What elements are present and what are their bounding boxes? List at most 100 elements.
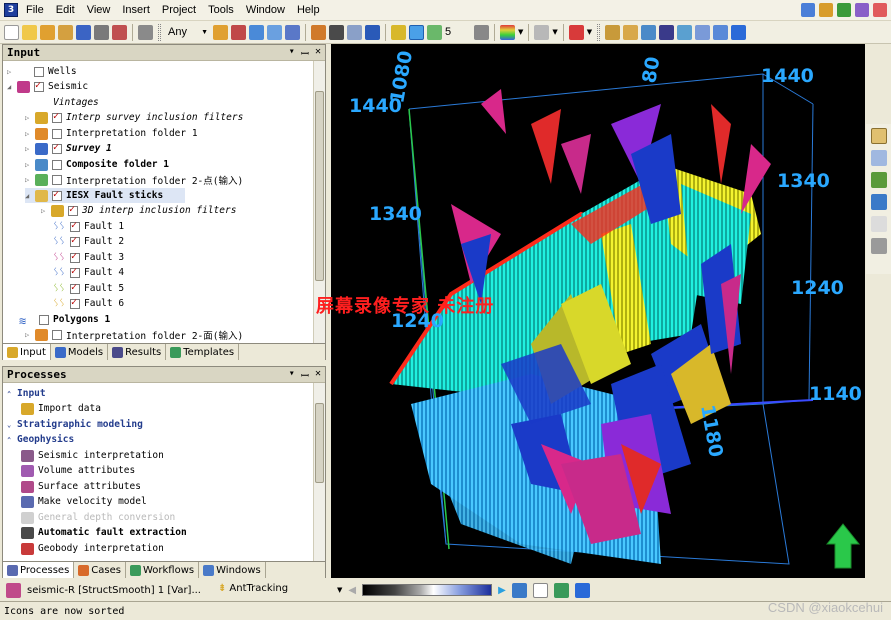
menu-edit[interactable]: Edit: [56, 4, 75, 16]
checkbox[interactable]: [70, 297, 80, 309]
chevron-down-icon[interactable]: ▼: [337, 586, 342, 594]
arrow-right-icon[interactable]: ▶: [498, 585, 506, 596]
tab-windows[interactable]: Windows: [199, 562, 266, 578]
seismic-object-label[interactable]: seismic-R [StructSmooth] 1 [Var]...: [27, 585, 201, 596]
undo-icon[interactable]: [511, 582, 527, 598]
tree-item[interactable]: ᛊᛊ Fault 2: [53, 234, 124, 249]
tree-item[interactable]: ▷ Survey 1: [25, 141, 112, 156]
tool-5-icon[interactable]: [677, 24, 693, 40]
tree-item[interactable]: ◢ Seismic: [7, 79, 88, 94]
pin-icon[interactable]: ꟷ: [301, 46, 309, 60]
tree-item[interactable]: ◢ IESX Fault sticks: [25, 188, 185, 203]
process-item[interactable]: Volume attributes: [21, 463, 135, 478]
checkbox[interactable]: [70, 220, 80, 232]
archive-icon[interactable]: [58, 24, 73, 40]
expander-icon[interactable]: ▷: [25, 145, 33, 153]
window-icon[interactable]: [249, 24, 264, 40]
scroll-thumb[interactable]: [315, 403, 324, 483]
process-item[interactable]: Surface attributes: [21, 479, 141, 494]
checkbox[interactable]: [70, 235, 80, 247]
hand-pan-icon[interactable]: [870, 128, 887, 144]
checkbox[interactable]: [52, 142, 62, 154]
perspective-icon[interactable]: [427, 24, 442, 40]
checkbox[interactable]: [52, 128, 62, 139]
settings-icon[interactable]: [138, 24, 153, 40]
tab-input[interactable]: Input: [3, 344, 51, 360]
chevron-down-icon[interactable]: ▼: [587, 28, 592, 36]
blank-page-icon[interactable]: [532, 582, 548, 598]
folder-icon[interactable]: [40, 24, 55, 40]
collapse-icon[interactable]: ⌃: [7, 390, 15, 398]
cube-icon[interactable]: [855, 3, 869, 17]
measure-icon[interactable]: [870, 194, 887, 210]
process-group[interactable]: ⌄ Stratigraphic modeling: [7, 417, 143, 432]
pick-tool-icon[interactable]: [870, 172, 887, 188]
expander-icon[interactable]: ▷: [25, 331, 33, 339]
eye-icon[interactable]: [329, 24, 344, 40]
home-icon[interactable]: [311, 24, 326, 40]
expander-icon[interactable]: ▷: [25, 130, 33, 138]
menu-tools[interactable]: Tools: [208, 4, 234, 16]
tracking-item[interactable]: ⇟ AntTracking: [218, 583, 288, 594]
tab-models[interactable]: Models: [51, 344, 109, 360]
pointer-icon[interactable]: [801, 3, 815, 17]
number-field[interactable]: 5: [445, 26, 471, 38]
checkbox[interactable]: [52, 159, 62, 170]
snapshot-icon[interactable]: [574, 582, 590, 598]
expander-icon[interactable]: ▷: [41, 207, 49, 215]
rotate-icon[interactable]: [365, 24, 380, 40]
process-item[interactable]: Import data: [21, 401, 101, 416]
pane-menu-icon[interactable]: ▾: [289, 368, 295, 382]
tree-item[interactable]: ▷ Composite folder 1: [25, 157, 169, 172]
tree-item[interactable]: ▷ Wells: [7, 64, 77, 79]
edit-tool-icon[interactable]: [870, 238, 887, 254]
checkbox[interactable]: [52, 174, 62, 185]
chevron-down-icon[interactable]: ▼: [518, 28, 523, 36]
chevron-down-icon[interactable]: ▼: [552, 28, 557, 36]
menu-insert[interactable]: Insert: [122, 4, 150, 16]
tree-item[interactable]: ᛊᛊ Fault 3: [53, 250, 124, 265]
toolbar-grip[interactable]: [158, 23, 161, 41]
checkbox[interactable]: [68, 204, 78, 216]
tool-4-icon[interactable]: [659, 24, 675, 40]
close-icon[interactable]: ✕: [315, 46, 321, 60]
tree-item[interactable]: ▷ Interpretation folder 2-面(输入): [25, 327, 243, 342]
tree-item[interactable]: ᛊᛊ Fault 6: [53, 296, 124, 311]
expander-icon[interactable]: ▷: [25, 114, 33, 122]
color-scale-bar[interactable]: [362, 584, 493, 596]
new-file-icon[interactable]: [4, 24, 19, 40]
process-item[interactable]: Geobody interpretation: [21, 541, 164, 556]
expander-icon[interactable]: ▷: [7, 68, 15, 76]
processes-scrollbar[interactable]: [313, 383, 325, 561]
cube-view-icon[interactable]: [409, 24, 424, 40]
process-group[interactable]: ⌃ Input: [7, 386, 46, 401]
arrow-left-icon[interactable]: ◀: [348, 585, 356, 596]
tool-2-icon[interactable]: [623, 24, 639, 40]
menu-view[interactable]: View: [87, 4, 111, 16]
paint-icon[interactable]: [819, 3, 833, 17]
scroll-thumb[interactable]: [315, 91, 324, 281]
print-icon[interactable]: [94, 24, 109, 40]
expander-icon[interactable]: ▷: [25, 161, 33, 169]
tool-7-icon[interactable]: [713, 24, 729, 40]
layers-icon[interactable]: [837, 3, 851, 17]
collapse-icon[interactable]: ⌃: [7, 436, 15, 444]
marker-icon[interactable]: [873, 3, 887, 17]
tree-item[interactable]: ᛊᛊ Fault 4: [53, 265, 124, 280]
save-icon[interactable]: [76, 24, 91, 40]
open-folder-icon[interactable]: [22, 24, 37, 40]
copy-icon[interactable]: [267, 24, 282, 40]
scale-icon[interactable]: [474, 24, 489, 40]
process-item[interactable]: Seismic interpretation: [21, 448, 164, 463]
expander-icon[interactable]: ◢: [25, 192, 33, 200]
crosshair-icon[interactable]: [391, 24, 406, 40]
menu-project[interactable]: Project: [162, 4, 196, 16]
tab-processes[interactable]: Processes: [3, 562, 75, 578]
expand-icon[interactable]: ⌄: [7, 421, 15, 429]
tab-cases[interactable]: Cases: [74, 562, 126, 578]
process-item[interactable]: Make velocity model: [21, 494, 147, 509]
menu-help[interactable]: Help: [297, 4, 320, 16]
expander-icon[interactable]: ◢: [7, 83, 15, 91]
checkbox[interactable]: [52, 111, 62, 123]
tree-item[interactable]: Vintages: [53, 95, 99, 110]
